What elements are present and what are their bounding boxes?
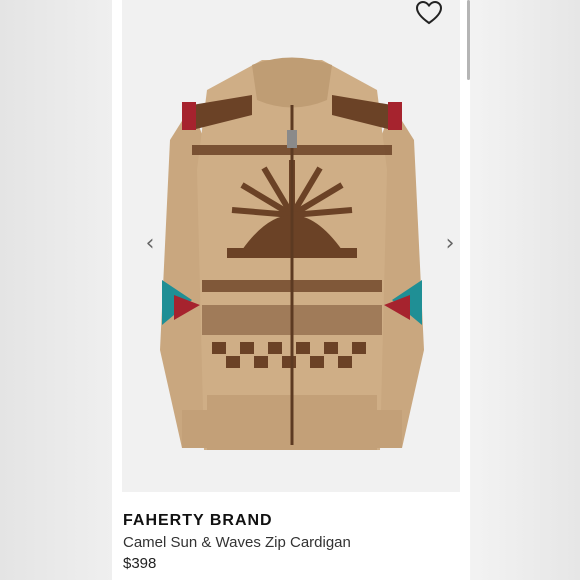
favorite-button[interactable] xyxy=(415,0,445,28)
product-name[interactable]: Camel Sun & Waves Zip Cardigan xyxy=(123,534,351,551)
chevron-right-icon: › xyxy=(445,231,455,256)
product-price: $398 xyxy=(123,555,157,572)
product-brand: FAHERTY BRAND xyxy=(123,512,273,529)
scrollbar[interactable] xyxy=(467,0,470,80)
chevron-left-icon: ‹ xyxy=(145,231,155,256)
cardigan-image xyxy=(160,57,424,450)
background-blur-left xyxy=(0,0,112,580)
heart-outline-icon xyxy=(415,0,443,25)
product-card: ‹ › FAHERTY BRAND Camel Sun & Waves Zip … xyxy=(112,0,470,580)
product-photo[interactable]: ‹ › xyxy=(122,0,460,492)
previous-image-button[interactable]: ‹ xyxy=(140,230,160,258)
background-blur-right xyxy=(468,0,580,580)
next-image-button[interactable]: › xyxy=(440,230,460,258)
